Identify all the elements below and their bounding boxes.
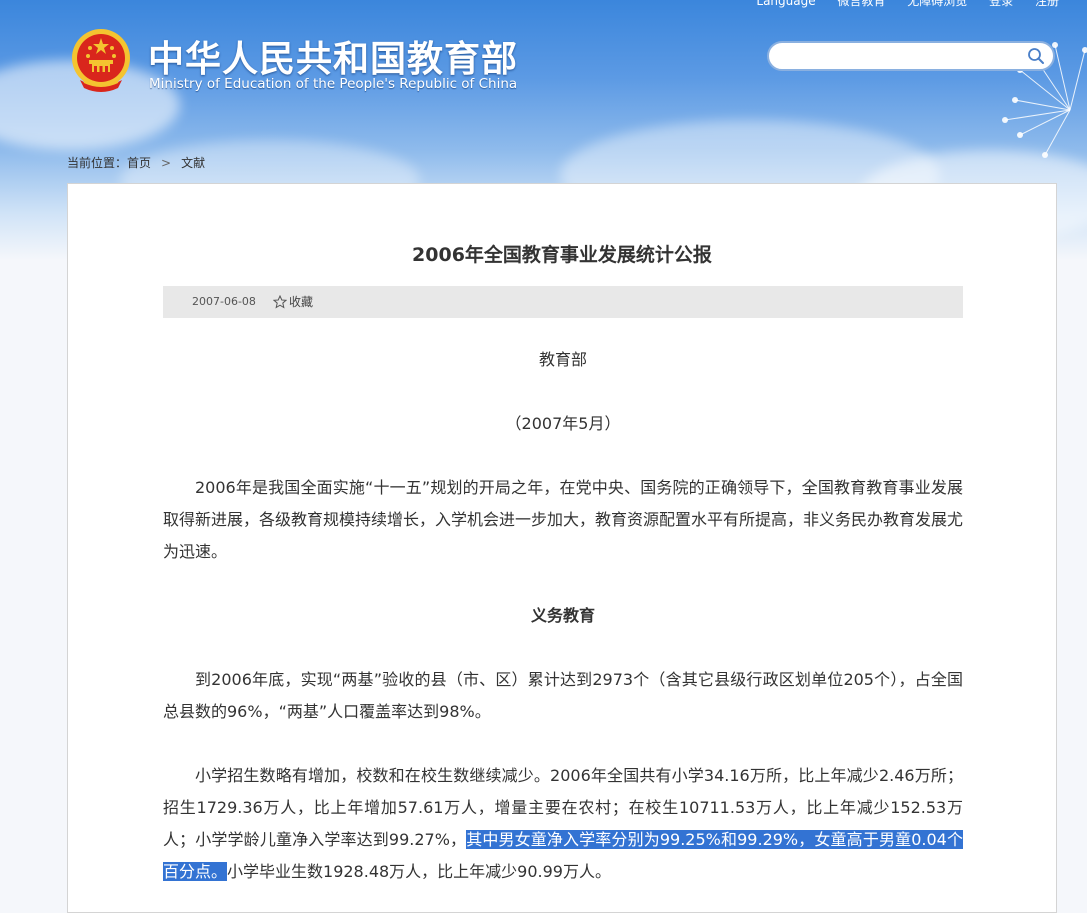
breadcrumb-home-link[interactable]: 首页: [127, 156, 151, 170]
article-title: 2006年全国教育事业发展统计公报: [412, 244, 712, 266]
favorite-button[interactable]: 收藏: [273, 293, 313, 310]
article-meta-bar: 2007-06-08 收藏: [163, 286, 963, 318]
top-links: Language 微言教育 无障碍浏览 登录 注册: [738, 0, 1059, 9]
breadcrumb-prefix: 当前位置：: [67, 156, 128, 170]
article-author: 教育部: [538, 350, 587, 369]
national-emblem-icon[interactable]: [70, 26, 132, 94]
search-box: [767, 41, 1055, 71]
search-icon[interactable]: [1027, 47, 1045, 65]
site-title-en: Ministry of Education of the People's Re…: [149, 76, 518, 92]
paragraph-2-text-end: 小学毕业生数1928.48万人，比上年减少90.99万人。: [227, 862, 611, 881]
article-intro-paragraph: 2006年是我国全面实施“十一五”规划的开局之年，在党中央、国务院的正确领导下，…: [163, 478, 964, 561]
article-paragraph-2: 小学招生数略有增加，校数和在校生数继续减少。2006年全国共有小学34.16万所…: [163, 760, 963, 888]
breadcrumb: 当前位置：首页 > 文献: [67, 154, 205, 171]
top-link-register[interactable]: 注册: [1035, 0, 1059, 8]
top-link-weibo[interactable]: 微言教育: [837, 0, 885, 8]
breadcrumb-separator: >: [161, 156, 172, 170]
search-input[interactable]: [779, 46, 1023, 68]
article-paragraph-1: 到2006年底，实现“两基”验收的县（市、区）累计达到2973个（含其它县级行政…: [163, 670, 963, 721]
star-icon: [273, 294, 287, 309]
top-link-login[interactable]: 登录: [989, 0, 1013, 8]
article-pub-date: （2007年5月）: [505, 414, 621, 433]
top-link-accessibility[interactable]: 无障碍浏览: [907, 0, 967, 8]
breadcrumb-current[interactable]: 文献: [181, 156, 205, 170]
top-link-language[interactable]: Language: [756, 0, 815, 8]
article-content: 教育部 （2007年5月） 2006年是我国全面实施“十一五”规划的开局之年，在…: [163, 344, 963, 888]
article-panel: 2006年全国教育事业发展统计公报 2007-06-08 收藏 教育部 （200…: [67, 183, 1057, 913]
site-title-cn[interactable]: 中华人民共和国教育部: [148, 30, 518, 82]
favorite-label: 收藏: [289, 295, 314, 309]
article-date: 2007-06-08: [192, 295, 256, 308]
section-heading: 义务教育: [530, 606, 595, 625]
